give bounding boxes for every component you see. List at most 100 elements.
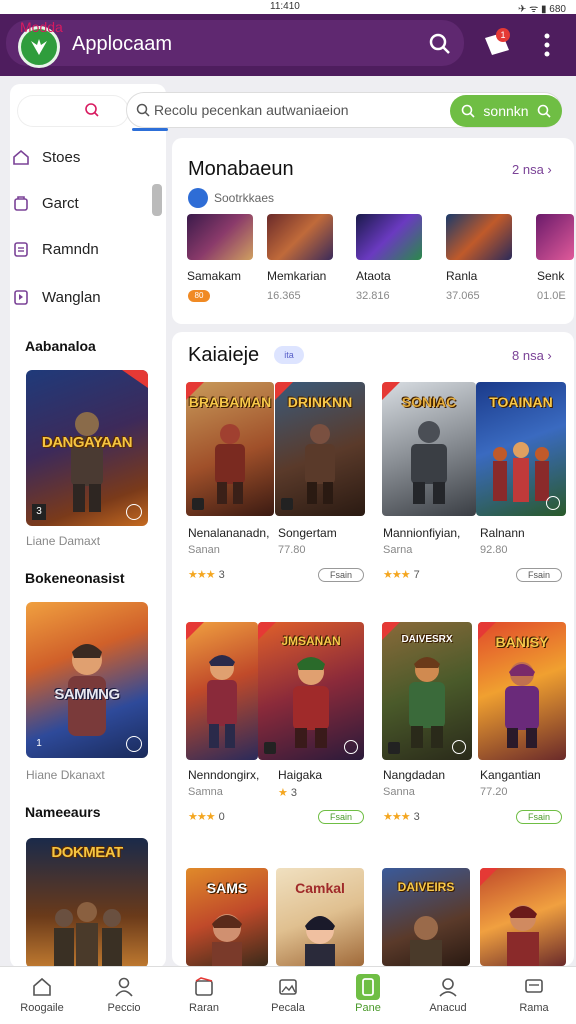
game-card[interactable] xyxy=(186,622,258,760)
rating-stars: ★★★ xyxy=(383,569,411,581)
book-icon xyxy=(14,290,28,305)
game-card[interactable]: DRINKNN xyxy=(275,382,365,516)
ribbon xyxy=(480,868,498,886)
game-art-title: SAMS xyxy=(206,880,248,896)
game-card[interactable]: BRABAMAN xyxy=(186,382,274,516)
rating: ★★★ 3 xyxy=(383,810,420,823)
game-name: Ralnann xyxy=(480,526,525,540)
phone-icon xyxy=(362,978,374,996)
search-icon xyxy=(462,104,475,118)
rating-stars: ★ xyxy=(278,787,288,799)
character-art xyxy=(212,914,242,966)
section-subtitle: Sootrkkaes xyxy=(214,191,275,205)
search-icon[interactable] xyxy=(84,102,100,118)
featured-thumb[interactable] xyxy=(356,214,422,260)
game-card[interactable]: JMSANAN xyxy=(258,622,364,760)
search-button-label: sonnkn xyxy=(483,103,529,119)
rating: ★★★ 0 xyxy=(188,810,225,823)
bag-icon xyxy=(14,196,28,211)
featured-thumb[interactable] xyxy=(536,214,574,260)
see-all-link[interactable]: 8 nsa › xyxy=(512,348,552,363)
search-icon[interactable] xyxy=(428,32,452,56)
character-art xyxy=(293,657,329,748)
search-button[interactable]: sonnkn xyxy=(450,95,562,127)
game-card[interactable]: DAIVESRX xyxy=(382,622,472,760)
game-card[interactable]: BANISY xyxy=(478,622,566,760)
featured-thumb[interactable] xyxy=(446,214,512,260)
game-name: Kangantian xyxy=(480,768,541,782)
rating-stars: ★★★ xyxy=(188,811,216,823)
sidebar-item-stores[interactable]: Stoes xyxy=(12,142,80,172)
ribbon xyxy=(122,370,148,388)
search-input[interactable] xyxy=(154,99,444,121)
sidebar-scrollbar[interactable] xyxy=(152,184,162,216)
sidebar-section-title: Aabanaloa xyxy=(25,338,96,354)
game-card[interactable] xyxy=(480,868,566,966)
character-art xyxy=(71,412,103,512)
avatar xyxy=(188,188,208,208)
check-icon xyxy=(452,740,466,754)
sidebar-game-card[interactable]: DANGAYAAN 3 xyxy=(26,370,148,526)
nav-item-profile[interactable]: Peccio xyxy=(88,966,160,1024)
sidebar-card-title: DOKMEAT xyxy=(51,844,123,861)
game-card[interactable]: TOAINAN xyxy=(476,382,566,516)
see-all-label: 8 nsa xyxy=(512,348,544,363)
sidebar-game-card[interactable]: SAMMNG 1 xyxy=(26,602,148,758)
status-bar: 11:410 ✈ ᯤ ▮ 680 xyxy=(0,0,576,15)
nav-item-gallery[interactable]: Pecala xyxy=(252,966,324,1024)
more-icon[interactable] xyxy=(540,32,554,58)
character-art xyxy=(215,424,245,504)
game-art-title: SONIAC xyxy=(401,394,457,410)
game-card[interactable]: Camkal xyxy=(276,868,364,966)
featured-badge: 80 xyxy=(188,290,210,302)
featured-thumb[interactable] xyxy=(267,214,333,260)
nav-item-chat[interactable]: Rama xyxy=(498,966,570,1024)
character-art xyxy=(305,424,335,504)
game-art-title: DRINKNN xyxy=(287,394,353,410)
sidebar-item-wanglan[interactable]: Wanglan xyxy=(12,282,101,312)
sidebar-game-card[interactable]: DOKMEAT xyxy=(26,838,148,968)
install-button[interactable]: Fsain xyxy=(516,810,562,824)
sidebar-caption: Liane Damaxt xyxy=(26,534,101,548)
card-badge: 3 xyxy=(32,504,46,520)
chat-icon xyxy=(525,979,543,993)
rating-value: 3 xyxy=(218,569,225,581)
nav-item-home[interactable]: Roogaile xyxy=(6,966,78,1024)
rating-value: 3 xyxy=(413,811,420,823)
character-art xyxy=(305,916,335,966)
rating-stars: ★★★ xyxy=(188,569,216,581)
nav-label: Raran xyxy=(189,1002,219,1014)
game-card[interactable]: SAMS xyxy=(186,868,268,966)
install-button[interactable]: Fsain xyxy=(318,810,364,824)
nav-label: Pane xyxy=(355,1002,381,1014)
notification-badge: 1 xyxy=(496,28,510,42)
install-button[interactable]: Fsain xyxy=(516,568,562,582)
nav-item-store[interactable]: Raran xyxy=(168,966,240,1024)
nav-item-phone[interactable]: Pane xyxy=(332,966,404,1024)
game-card[interactable]: DAIVEIRS xyxy=(382,868,470,966)
store-icon xyxy=(195,977,213,996)
see-all-link[interactable]: 2 nsa › xyxy=(512,162,552,177)
rating: ★ 3 xyxy=(278,786,297,799)
sidebar-item-random[interactable]: Ramndn xyxy=(12,234,99,264)
game-card[interactable]: SONIAC xyxy=(382,382,476,516)
featured-thumb[interactable] xyxy=(187,214,253,260)
nav-label: Roogaile xyxy=(20,1002,64,1014)
featured-name: Memkarian xyxy=(267,269,327,283)
character-art xyxy=(409,657,445,748)
home-icon xyxy=(13,149,29,165)
game-meta: Sanan xyxy=(188,544,220,556)
game-art-title: BANISY xyxy=(495,634,549,650)
search-icon xyxy=(537,104,551,118)
game-art-title: DAIVEIRS xyxy=(397,880,455,894)
sidebar-tab[interactable] xyxy=(18,96,128,126)
sidebar-tab-label: Modda xyxy=(20,19,63,35)
nav-item-account[interactable]: Anacud xyxy=(412,966,484,1024)
sidebar-item-cart[interactable]: Garct xyxy=(12,188,79,218)
install-button[interactable]: Fsain xyxy=(318,568,364,582)
rating-value: 3 xyxy=(290,787,297,799)
featured-meta: 32.816 xyxy=(356,290,390,302)
featured-name: Senk xyxy=(537,269,565,283)
status-icons: ✈ ᯤ ▮ 680 xyxy=(517,4,566,15)
image-icon xyxy=(279,979,297,995)
